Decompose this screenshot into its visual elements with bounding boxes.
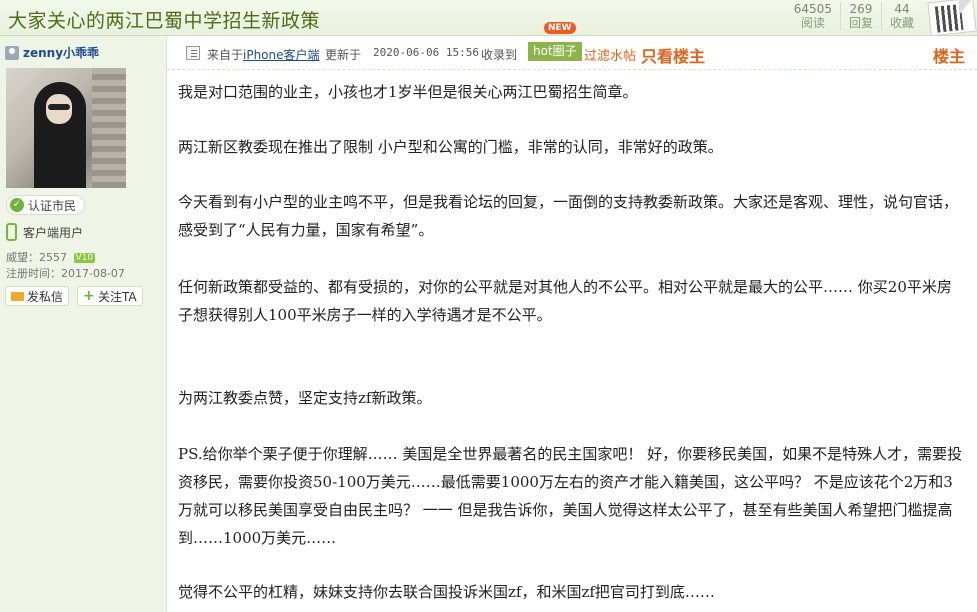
qr-code-icon[interactable] [927,0,977,37]
stat-replies: 269 回复 [839,2,881,30]
stat-views: 64505 阅读 [786,2,840,30]
thread-title: 大家关心的两江巴蜀中学招生新政策 [8,10,321,32]
stat-favorites-label: 收藏 [889,16,914,30]
stat-views-count: 64505 [793,2,832,16]
follow-button[interactable]: + 关注TA [77,286,143,306]
post-paragraph: PS.给你举个栗子便于你理解…… 美国是全世界最著名的民主国家吧！ 好，你要移民… [178,445,963,547]
send-message-button[interactable]: 发私信 [5,286,70,306]
stat-views-label: 阅读 [800,16,825,30]
client-user-row: 客户端用户 [6,223,83,241]
post-paragraph: 为两江教委点赞，坚定支持zf新政策。 [178,389,432,407]
check-icon: ✓ [10,198,24,212]
collected-label: 收录到 [481,48,518,62]
stat-replies-label: 回复 [848,16,873,30]
thread-stats: 64505 阅读 269 回复 44 收藏 [786,2,922,30]
stat-favorites-count: 44 [894,2,910,16]
post-paragraph: 两江新区教委现在推出了限制 小户型和公寓的门槛，非常的认同，非常好的政策。 [178,138,723,156]
level-value: 10 [81,253,94,263]
post-paragraph: 任何新政策都受益的、都有受损的，对你的公平就是对其他人的不公平。相对公平就是最大… [178,278,952,324]
author-actions: 发私信 + 关注TA [5,286,143,306]
title-bar: 大家关心的两江巴蜀中学招生新政策 64505 阅读 269 回复 44 收藏 [0,0,977,37]
author-name-row: zenny小乖乖 [5,44,99,61]
user-icon [5,45,19,60]
stat-replies-count: 269 [849,2,873,16]
client-label: 客户端用户 [23,225,84,240]
post-paragraph: 今天看到有小户型的业主鸣不平，但是我看论坛的回复，一面倒的支持教委新政策。大家还… [178,193,959,239]
stat-favorites[interactable]: 44 收藏 [880,2,922,30]
source-link[interactable]: iPhone客户端 [243,46,320,63]
author-sidebar: zenny小乖乖 ✓ 认证市民 客户端用户 威望：2557 V10 注册时间：2… [0,36,167,612]
phone-icon [6,223,17,241]
send-message-label: 发私信 [27,289,64,304]
reg-date: 注册时间：2017-08-07 [6,267,125,280]
prestige-row: 威望：2557 V10 [6,249,96,265]
only-host-link[interactable]: 只看楼主 [641,43,705,67]
avatar[interactable] [6,68,126,188]
hot-circle-tag[interactable]: hot圈子 [528,42,582,61]
follow-label: 关注TA [98,289,137,304]
post-header: 来自于 iPhone客户端 更新于 2020-06-06 15:56 收录到 h… [167,22,977,70]
post-paragraph: 觉得不公平的杠精，妹妹支持你去联合国投诉米国zf，和米国zf把官司打到底…… [178,583,715,601]
prestige-label: 威望：2557 [6,251,67,264]
author-username[interactable]: zenny小乖乖 [23,44,99,61]
certified-citizen-badge: ✓ 认证市民 [6,195,86,215]
floor-label: 楼主 [932,47,965,66]
filter-water-posts-link[interactable]: 过滤水帖 [584,45,636,64]
updated-time: 2020-06-06 15:56 [373,46,479,59]
level-badge: V10 [73,253,96,263]
from-text: 来自于 [207,48,244,62]
updated-label: 更新于 [325,48,362,62]
mail-icon [11,291,24,301]
new-badge: NEW [544,22,576,34]
post-edit-icon [186,46,200,60]
cert-label: 认证市民 [28,198,77,213]
plus-icon: + [83,288,95,304]
post-paragraph: 我是对口范围的业主，小孩也才1岁半但是很关心两江巴蜀招生简章。 [178,83,638,101]
